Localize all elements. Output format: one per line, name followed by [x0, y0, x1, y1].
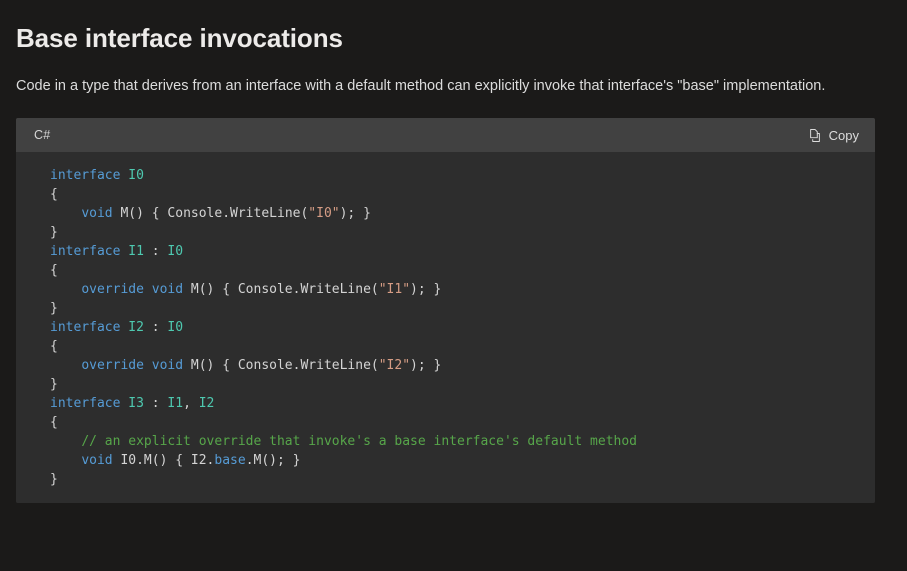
code-token: :: [143, 320, 168, 335]
code-token: void: [81, 453, 121, 468]
code-token: // an explicit override that invoke's a …: [81, 434, 638, 449]
code-line: }: [50, 225, 58, 240]
code-token: :: [143, 396, 168, 411]
code-token: interface: [50, 244, 129, 259]
code-line: override void M() { Console.WriteLine("I…: [50, 358, 441, 373]
code-line: interface I0: [50, 168, 144, 183]
code-line: }: [50, 377, 58, 392]
code-token: }: [50, 301, 58, 316]
code-token: I3: [128, 396, 144, 411]
code-line: }: [50, 472, 58, 487]
code-token: ); }: [410, 282, 442, 297]
code-token: ); }: [339, 206, 371, 221]
code-line: {: [50, 263, 58, 278]
code-token: M() { Console.WriteLine(: [120, 206, 309, 221]
code-token: M() { Console.WriteLine(: [190, 358, 379, 373]
code-token: I1: [128, 244, 144, 259]
code-block-body: interface I0 { void M() { Console.WriteL…: [16, 152, 875, 503]
code-line: // an explicit override that invoke's a …: [50, 434, 637, 449]
code-token: interface: [50, 396, 129, 411]
copy-button[interactable]: Copy: [806, 126, 861, 145]
code-token: M() { Console.WriteLine(: [190, 282, 379, 297]
code-token: }: [50, 225, 58, 240]
code-line: void M() { Console.WriteLine("I0"); }: [50, 206, 371, 221]
code-content[interactable]: interface I0 { void M() { Console.WriteL…: [16, 166, 875, 489]
code-token: override void: [81, 358, 191, 373]
code-token: {: [50, 187, 58, 202]
code-line: }: [50, 301, 58, 316]
code-line: override void M() { Console.WriteLine("I…: [50, 282, 441, 297]
code-token: I2: [198, 396, 215, 411]
code-token: void: [81, 206, 121, 221]
code-token: I0: [128, 168, 144, 183]
code-line: interface I3 : I1, I2: [50, 396, 214, 411]
intro-paragraph: Code in a type that derives from an inte…: [16, 78, 826, 94]
code-token: I0: [167, 320, 184, 335]
code-line: void I0.M() { I2.base.M(); }: [50, 453, 300, 468]
code-token: I1: [167, 396, 184, 411]
code-token: I0.M() { I2.: [120, 453, 215, 468]
code-token: ,: [183, 396, 199, 411]
code-token: "I2": [378, 358, 411, 373]
code-line: {: [50, 339, 58, 354]
code-token: override void: [81, 282, 191, 297]
code-line: interface I1 : I0: [50, 244, 183, 259]
code-token: "I0": [308, 206, 340, 221]
code-token: :: [143, 244, 168, 259]
code-token: ); }: [410, 358, 442, 373]
code-line: interface I2 : I0: [50, 320, 183, 335]
code-token: {: [50, 263, 58, 278]
code-token: I2: [128, 320, 144, 335]
code-token: .M(); }: [245, 453, 301, 468]
code-line: {: [50, 187, 58, 202]
code-token: interface: [50, 320, 129, 335]
copy-button-label: Copy: [828, 127, 859, 143]
code-block: C# Copy interface I0 { void M() { Consol…: [16, 118, 875, 503]
code-token: base: [214, 453, 246, 468]
code-line: {: [50, 415, 58, 430]
code-token: }: [50, 472, 58, 487]
code-token: {: [50, 415, 58, 430]
page-title: Base interface invocations: [16, 23, 343, 53]
copy-pages-icon: [808, 128, 822, 143]
code-token: interface: [50, 168, 129, 183]
code-token: "I1": [378, 282, 411, 297]
code-token: I0: [167, 244, 184, 259]
code-block-header: C# Copy: [16, 118, 875, 152]
code-token: {: [50, 339, 58, 354]
code-token: }: [50, 377, 58, 392]
page-root: Base interface invocations Code in a typ…: [0, 0, 907, 571]
code-language-label: C#: [34, 128, 51, 142]
